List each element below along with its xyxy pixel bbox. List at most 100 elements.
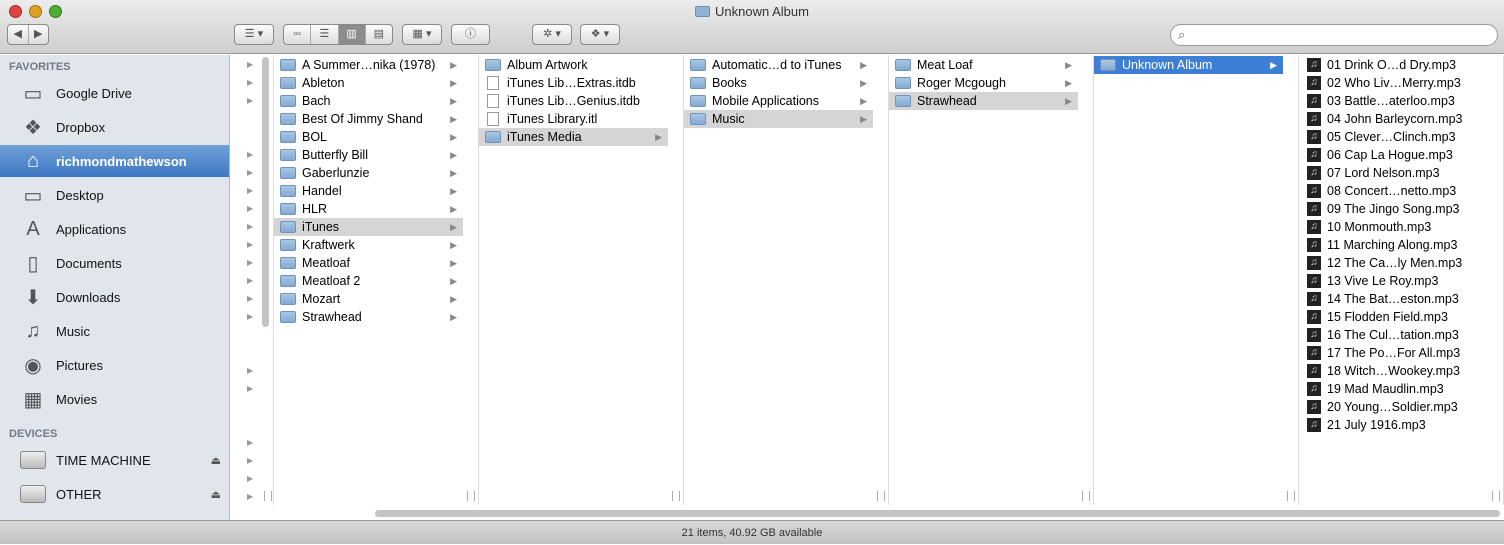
folder-item[interactable]: Books ▶	[684, 74, 873, 92]
file-item[interactable]: iTunes Library.itl	[479, 110, 668, 128]
file-item[interactable]: iTunes Lib…Extras.itdb	[479, 74, 668, 92]
file-item[interactable]: ♫ 05 Clever…Clinch.mp3	[1299, 128, 1488, 146]
file-item[interactable]: iTunes Lib…Genius.itdb	[479, 92, 668, 110]
folder-item[interactable]: BOL ▶	[274, 128, 463, 146]
folder-item[interactable]: Automatic…d to iTunes ▶	[684, 56, 873, 74]
disclosure-arrow-icon[interactable]: ▶	[247, 456, 253, 465]
action-button[interactable]: ✲ ▾	[532, 24, 572, 45]
file-item[interactable]: ♫ 07 Lord Nelson.mp3	[1299, 164, 1488, 182]
coverflow-view-button[interactable]: ▤	[366, 25, 392, 44]
folder-item[interactable]: Mobile Applications ▶	[684, 92, 873, 110]
folder-item[interactable]: Gaberlunzie ▶	[274, 164, 463, 182]
file-item[interactable]: ♫ 17 The Po…For All.mp3	[1299, 344, 1488, 362]
folder-item[interactable]: Meat Loaf ▶	[889, 56, 1078, 74]
folder-item[interactable]: iTunes ▶	[274, 218, 463, 236]
file-item[interactable]: ♫ 16 The Cul…tation.mp3	[1299, 326, 1488, 344]
sidebar-device-other[interactable]: OTHER ⏏	[0, 478, 229, 510]
view-control[interactable]: ▫▫ ☰ ▥ ▤	[283, 24, 393, 45]
info-button[interactable]: ⓘ	[451, 24, 490, 45]
folder-item[interactable]: Unknown Album ▶	[1094, 56, 1283, 74]
sidebar-item-pictures[interactable]: ◉ Pictures	[0, 349, 229, 381]
folder-item[interactable]: Ableton ▶	[274, 74, 463, 92]
disclosure-arrow-icon[interactable]: ▶	[247, 312, 253, 321]
file-item[interactable]: ♫ 15 Flodden Field.mp3	[1299, 308, 1488, 326]
file-item[interactable]: ♫ 13 Vive Le Roy.mp3	[1299, 272, 1488, 290]
sidebar-item-desktop[interactable]: ▭ Desktop	[0, 179, 229, 211]
icon-view-button[interactable]: ▫▫	[284, 25, 312, 44]
column-resize-handle[interactable]	[1082, 491, 1090, 501]
back-button[interactable]: ◀	[8, 25, 29, 44]
disclosure-arrow-icon[interactable]: ▶	[247, 204, 253, 213]
back-forward-control[interactable]: ◀ ▶	[7, 24, 49, 45]
disclosure-arrow-icon[interactable]: ▶	[247, 492, 253, 501]
folder-item[interactable]: Meatloaf 2 ▶	[274, 272, 463, 290]
file-item[interactable]: ♫ 10 Monmouth.mp3	[1299, 218, 1488, 236]
file-item[interactable]: ♫ 19 Mad Maudlin.mp3	[1299, 380, 1488, 398]
file-item[interactable]: ♫ 21 July 1916.mp3	[1299, 416, 1488, 434]
dropbox-button[interactable]: ❖ ▾	[580, 24, 620, 45]
file-item[interactable]: ♫ 01 Drink O…d Dry.mp3	[1299, 56, 1488, 74]
disclosure-arrow-icon[interactable]: ▶	[247, 294, 253, 303]
folder-item[interactable]: Bach ▶	[274, 92, 463, 110]
column-resize-handle[interactable]	[877, 491, 885, 501]
folder-item[interactable]: Handel ▶	[274, 182, 463, 200]
folder-item[interactable]: iTunes Media ▶	[479, 128, 668, 146]
sidebar-device-time-machine[interactable]: TIME MACHINE ⏏	[0, 444, 229, 476]
file-item[interactable]: ♫ 20 Young…Soldier.mp3	[1299, 398, 1488, 416]
disclosure-arrow-icon[interactable]: ▶	[247, 222, 253, 231]
sidebar-item-music[interactable]: ♫ Music	[0, 315, 229, 347]
disclosure-arrow-icon[interactable]: ▶	[247, 276, 253, 285]
disclosure-arrow-icon[interactable]: ▶	[247, 438, 253, 447]
sidebar-item-richmondmathewson[interactable]: ⌂ richmondmathewson	[0, 145, 229, 177]
file-item[interactable]: ♫ 12 The Ca…ly Men.mp3	[1299, 254, 1488, 272]
list-view-button[interactable]: ☰	[311, 25, 339, 44]
disclosure-arrow-icon[interactable]: ▶	[247, 96, 253, 105]
file-item[interactable]: ♫ 11 Marching Along.mp3	[1299, 236, 1488, 254]
file-item[interactable]: ♫ 09 The Jingo Song.mp3	[1299, 200, 1488, 218]
column-resize-handle[interactable]	[1287, 491, 1295, 501]
group-button[interactable]: ▦ ▾	[402, 24, 442, 45]
column-resize-handle[interactable]	[1492, 491, 1500, 501]
column-resize-handle[interactable]	[467, 491, 475, 501]
file-item[interactable]: ♫ 14 The Bat…eston.mp3	[1299, 290, 1488, 308]
disclosure-arrow-icon[interactable]: ▶	[247, 168, 253, 177]
forward-button[interactable]: ▶	[29, 25, 49, 44]
disclosure-arrow-icon[interactable]: ▶	[247, 384, 253, 393]
search-input[interactable]: ⌕	[1170, 24, 1498, 46]
disclosure-arrow-icon[interactable]: ▶	[247, 78, 253, 87]
file-item[interactable]: ♫ 06 Cap La Hogue.mp3	[1299, 146, 1488, 164]
folder-item[interactable]: Mozart ▶	[274, 290, 463, 308]
disclosure-arrow-icon[interactable]: ▶	[247, 60, 253, 69]
eject-icon[interactable]: ⏏	[211, 488, 221, 501]
folder-item[interactable]: Kraftwerk ▶	[274, 236, 463, 254]
horizontal-scrollbar[interactable]	[375, 510, 1500, 517]
sidebar-item-documents[interactable]: ▯ Documents	[0, 247, 229, 279]
folder-item[interactable]: Music ▶	[684, 110, 873, 128]
column-resize-handle[interactable]	[672, 491, 680, 501]
file-item[interactable]: ♫ 03 Battle…aterloo.mp3	[1299, 92, 1488, 110]
folder-item[interactable]: Strawhead ▶	[274, 308, 463, 326]
arrange-button[interactable]: ☰ ▾	[234, 24, 274, 45]
file-item[interactable]: ♫ 18 Witch…Wookey.mp3	[1299, 362, 1488, 380]
folder-item[interactable]: Best Of Jimmy Shand ▶	[274, 110, 463, 128]
folder-item[interactable]: HLR ▶	[274, 200, 463, 218]
vertical-scrollbar[interactable]	[262, 57, 269, 327]
column-view-button[interactable]: ▥	[338, 25, 366, 44]
folder-item[interactable]: Meatloaf ▶	[274, 254, 463, 272]
eject-icon[interactable]: ⏏	[211, 454, 221, 467]
disclosure-arrow-icon[interactable]: ▶	[247, 366, 253, 375]
file-item[interactable]: ♫ 02 Who Liv…Merry.mp3	[1299, 74, 1488, 92]
folder-item[interactable]: Strawhead ▶	[889, 92, 1078, 110]
disclosure-arrow-icon[interactable]: ▶	[247, 474, 253, 483]
sidebar-item-movies[interactable]: ▦ Movies	[0, 383, 229, 415]
folder-item[interactable]: A Summer…nika (1978) ▶	[274, 56, 463, 74]
disclosure-arrow-icon[interactable]: ▶	[247, 186, 253, 195]
folder-item[interactable]: Album Artwork	[479, 56, 668, 74]
sidebar-item-applications[interactable]: A Applications	[0, 213, 229, 245]
sidebar-item-dropbox[interactable]: ❖ Dropbox	[0, 111, 229, 143]
sidebar-item-google-drive[interactable]: ▭ Google Drive	[0, 77, 229, 109]
file-item[interactable]: ♫ 04 John Barleycorn.mp3	[1299, 110, 1488, 128]
folder-item[interactable]: Butterfly Bill ▶	[274, 146, 463, 164]
disclosure-arrow-icon[interactable]: ▶	[247, 240, 253, 249]
disclosure-arrow-icon[interactable]: ▶	[247, 150, 253, 159]
